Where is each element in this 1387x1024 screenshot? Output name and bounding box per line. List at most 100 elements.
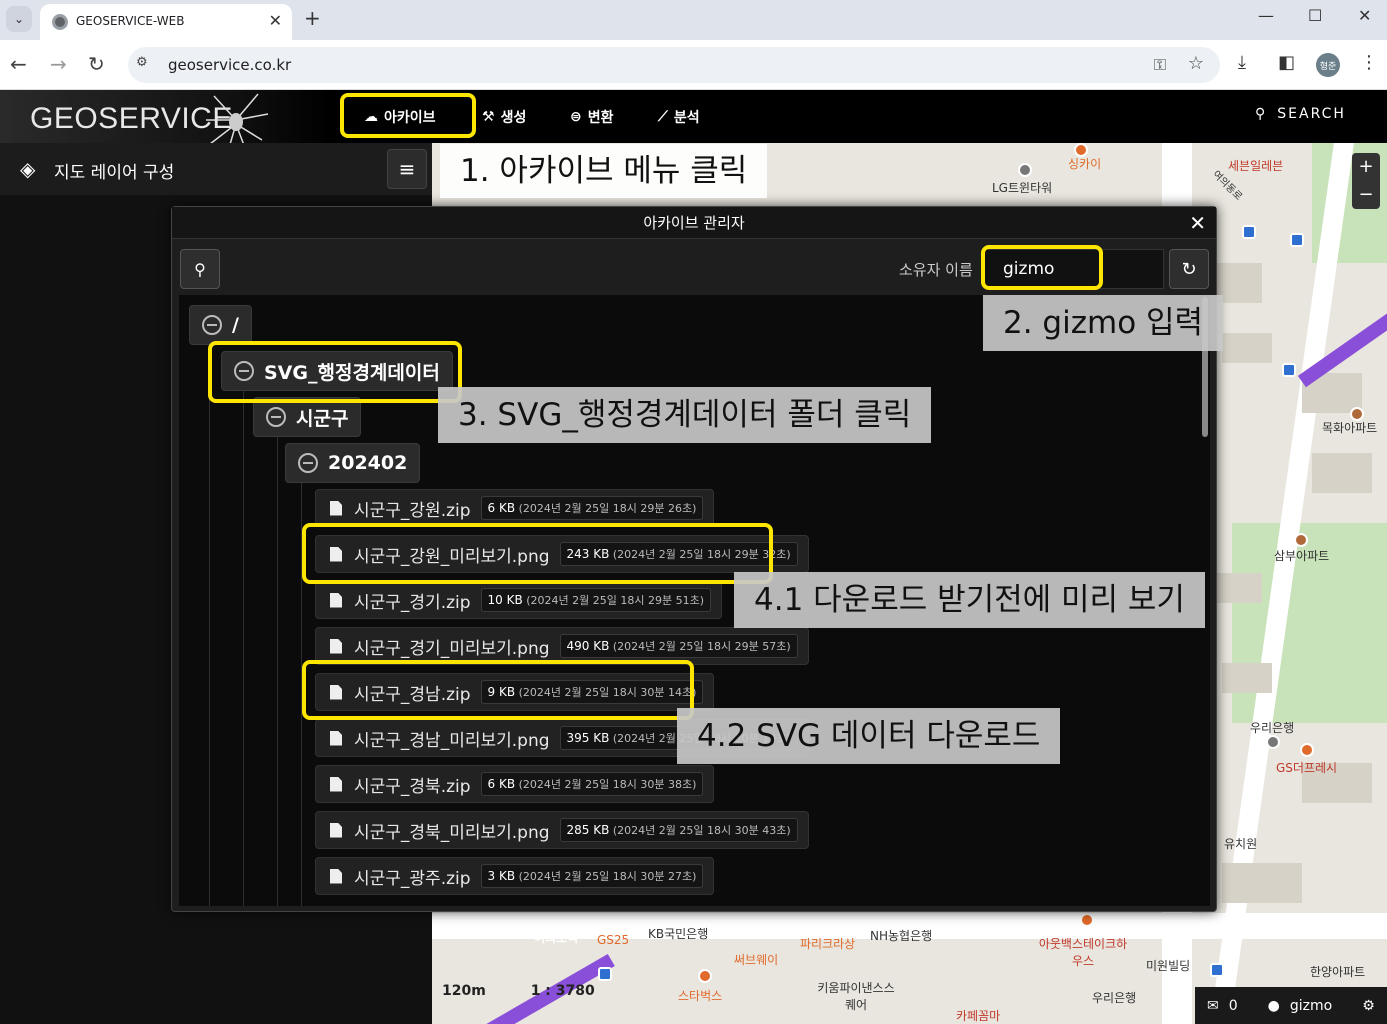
- file-item[interactable]: 시군구_경기.zip 10 KB (2024년 2월 25일 18시 29분 5…: [315, 581, 723, 619]
- map-label: LG트윈타워: [992, 181, 1053, 195]
- file-name: 시군구_경북_미리보기.png: [354, 822, 550, 843]
- url-text[interactable]: geoservice.co.kr: [168, 56, 291, 74]
- file-item[interactable]: 시군구_경북.zip 6 KB (2024년 2월 25일 18시 30분 38…: [315, 765, 715, 803]
- file-date: (2024년 2월 25일 18시 29분 26초): [518, 502, 697, 515]
- zoom-out-button[interactable]: −: [1352, 181, 1380, 209]
- file-icon: [330, 546, 342, 562]
- file-item[interactable]: 시군구_광주.zip 3 KB (2024년 2월 25일 18시 30분 27…: [315, 857, 715, 895]
- collapse-icon: [266, 407, 286, 427]
- dialog-close-icon[interactable]: ✕: [1189, 211, 1206, 235]
- menu-archive[interactable]: ☁ 아카이브: [364, 107, 436, 127]
- tab-strip: ⌄ GEOSERVICE-WEB ✕ + — ☐ ✕: [0, 0, 1387, 40]
- new-tab-button[interactable]: +: [304, 6, 321, 30]
- mail-icon[interactable]: ✉: [1207, 998, 1219, 1014]
- zoom-control: + −: [1352, 153, 1380, 209]
- bookmark-star-icon[interactable]: ☆: [1188, 53, 1204, 74]
- scale-distance: 120m: [442, 983, 486, 999]
- close-tab-icon[interactable]: ✕: [269, 11, 282, 30]
- site-info-icon[interactable]: ⚙: [136, 55, 148, 70]
- profile-avatar[interactable]: 형준: [1316, 53, 1340, 77]
- omnibox[interactable]: ⚙ geoservice.co.kr ⚿ ☆: [128, 47, 1220, 83]
- file-date: (2024년 2월 25일 18시 30분 14초): [518, 686, 697, 699]
- close-window-button[interactable]: ✕: [1358, 6, 1371, 25]
- menu-convert-label: 변환: [587, 110, 614, 126]
- dialog-title: 아카이브 관리자: [172, 207, 1216, 239]
- file-name: 시군구_강원.zip: [354, 500, 471, 521]
- tools-icon: ⚒: [482, 109, 495, 125]
- file-item[interactable]: 시군구_경북_미리보기.png 285 KB (2024년 2월 25일 18시…: [315, 811, 809, 849]
- cloud-icon: ☁: [364, 109, 378, 125]
- map-label: 여의도역: [534, 931, 579, 945]
- menu-convert[interactable]: ⊜ 변환: [570, 107, 614, 127]
- file-date: (2024년 2월 25일 18시 29분 51초): [526, 594, 705, 607]
- file-meta: 6 KB (2024년 2월 25일 18시 29분 26초): [480, 496, 704, 520]
- file-icon: [330, 822, 342, 838]
- file-size: 6 KB: [487, 501, 516, 515]
- refresh-icon[interactable]: ↻: [1169, 249, 1209, 289]
- layer-panel-title: 지도 레이어 구성: [54, 163, 175, 183]
- layer-panel-header: ◈ 지도 레이어 구성 ≡: [0, 143, 432, 195]
- map-label: 싱카이: [1068, 157, 1102, 171]
- menu-create[interactable]: ⚒ 생성: [482, 107, 526, 127]
- tree-node-202402[interactable]: 202402: [285, 443, 421, 483]
- file-item[interactable]: 시군구_경남.zip 9 KB (2024년 2월 25일 18시 30분 14…: [315, 673, 715, 711]
- file-icon: [330, 638, 342, 654]
- download-icon[interactable]: ⤓: [1238, 52, 1246, 73]
- tree-node-sigungu[interactable]: 시군구: [253, 397, 362, 437]
- collapse-icon: [298, 453, 318, 473]
- menu-create-label: 생성: [500, 110, 527, 126]
- map-label: 파리크라상: [800, 937, 856, 951]
- map-label: 우리은행: [1250, 721, 1295, 735]
- file-meta: 490 KB (2024년 2월 25일 18시 29분 57초): [559, 634, 798, 658]
- map-label: KB국민은행: [648, 927, 709, 941]
- tree-node-svg-folder[interactable]: SVG_행정경계데이터: [221, 351, 453, 391]
- file-item[interactable]: 시군구_강원.zip 6 KB (2024년 2월 25일 18시 29분 26…: [315, 489, 715, 527]
- tree-node-root[interactable]: /: [189, 305, 252, 345]
- collapse-icon: [202, 315, 222, 335]
- file-meta: 9 KB (2024년 2월 25일 18시 30분 14초): [480, 680, 704, 704]
- search-icon[interactable]: ⚲: [180, 249, 220, 289]
- maximize-button[interactable]: ☐: [1308, 6, 1322, 25]
- settings-gear-icon[interactable]: ⚙: [1362, 998, 1375, 1014]
- map-label: 아웃백스테이크하우스: [1038, 937, 1128, 968]
- file-meta: 10 KB (2024년 2월 25일 18시 29분 51초): [480, 588, 712, 612]
- menu-analysis[interactable]: ⟋ 분석: [658, 107, 700, 127]
- file-item[interactable]: 시군구_경기_미리보기.png 490 KB (2024년 2월 25일 18시…: [315, 627, 809, 665]
- map-label: 써브웨이: [734, 953, 779, 967]
- back-button[interactable]: ←: [10, 52, 27, 76]
- key-icon[interactable]: ⚿: [1154, 55, 1166, 75]
- map-label: 키움파이낸스스퀘어: [817, 981, 895, 1012]
- map-label: 유치원: [1224, 837, 1258, 851]
- forward-button[interactable]: →: [50, 52, 67, 76]
- node-label: 202402: [328, 452, 408, 474]
- search-button[interactable]: ⚲ SEARCH: [1255, 106, 1346, 122]
- file-name: 시군구_경남.zip: [354, 684, 471, 705]
- menu-toggle-button[interactable]: ≡: [387, 149, 427, 189]
- file-size: 10 KB: [487, 593, 523, 607]
- owner-input[interactable]: gizmo: [984, 249, 1164, 289]
- file-icon: [330, 592, 342, 608]
- zoom-in-button[interactable]: +: [1352, 153, 1380, 181]
- top-nav: GEOSERVICE ☁ 아카이브 ⚒ 생성 ⊜ 변환 ⟋ 분석 ⚲ SEARC…: [0, 90, 1387, 159]
- search-label: SEARCH: [1277, 106, 1346, 122]
- map-label: GS25: [597, 933, 630, 947]
- side-panel-icon[interactable]: ◧: [1278, 52, 1295, 73]
- browser-tab[interactable]: GEOSERVICE-WEB ✕: [40, 4, 292, 40]
- file-date: (2024년 2월 25일 18시 29분 57초): [612, 640, 791, 653]
- more-menu-icon[interactable]: ⋮: [1360, 52, 1378, 73]
- address-bar: ← → ↻ ⚙ geoservice.co.kr ⚿ ☆ ⤓ ◧ 형준 ⋮: [0, 40, 1387, 90]
- file-size: 9 KB: [487, 685, 516, 699]
- file-icon: [330, 684, 342, 700]
- annotation-step1: 1. 아카이브 메뉴 클릭: [440, 144, 768, 198]
- tab-search-button[interactable]: ⌄: [6, 6, 32, 32]
- user-status-bar: ✉ 0 ● gizmo ⚙: [1195, 987, 1387, 1024]
- file-meta: 6 KB (2024년 2월 25일 18시 30분 38초): [480, 772, 704, 796]
- minimize-button[interactable]: —: [1258, 6, 1274, 25]
- user-icon: ●: [1267, 997, 1280, 1014]
- user-name[interactable]: gizmo: [1290, 998, 1332, 1014]
- reload-button[interactable]: ↻: [88, 52, 105, 76]
- file-name: 시군구_강원_미리보기.png: [354, 546, 550, 567]
- file-size: 6 KB: [487, 777, 516, 791]
- file-item[interactable]: 시군구_강원_미리보기.png 243 KB (2024년 2월 25일 18시…: [315, 535, 809, 573]
- file-icon: [330, 730, 342, 746]
